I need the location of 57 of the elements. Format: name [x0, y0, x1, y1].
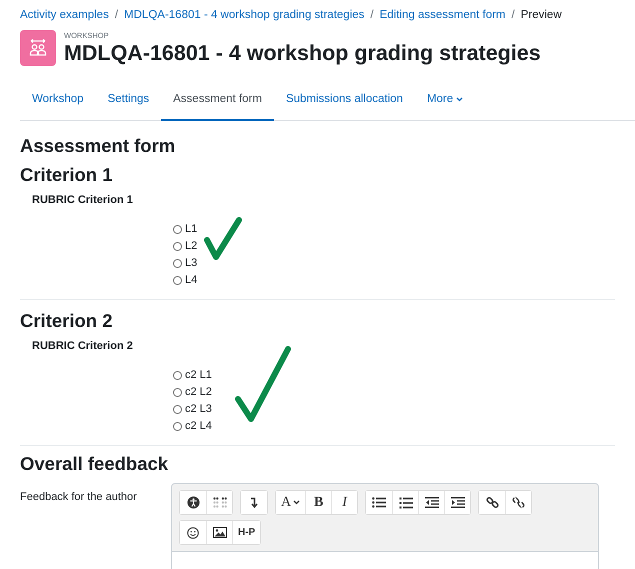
field-label: Feedback for the author [20, 490, 138, 505]
numbered-list-icon [398, 496, 413, 508]
link-icon [486, 496, 499, 509]
nav-tab[interactable]: Submissions allocation [274, 81, 415, 121]
level-label: L3 [185, 256, 198, 270]
section-heading: Overall feedback [20, 453, 170, 475]
criterion-heading: Criterion 1 [20, 164, 114, 186]
indent-button[interactable] [444, 491, 470, 514]
radio-button[interactable] [173, 404, 182, 414]
breadcrumb-separator: / [370, 9, 374, 21]
checkmark-icon [234, 345, 294, 425]
breadcrumb-link[interactable]: Activity examples [20, 9, 109, 21]
radio-button[interactable] [173, 370, 182, 380]
radio-button[interactable] [173, 422, 182, 430]
radio-button[interactable] [173, 276, 182, 284]
braille-button[interactable] [206, 491, 232, 514]
image-icon [212, 527, 226, 538]
smiley-icon [187, 526, 199, 538]
criterion-heading: Criterion 2 [20, 310, 114, 332]
outdent-icon [424, 497, 439, 508]
unlink-icon [512, 496, 526, 509]
page-title: MDLQA-16801 - 4 workshop grading strategies [64, 40, 541, 66]
breadcrumb-separator: / [512, 9, 515, 21]
breadcrumb-current: Preview [520, 9, 562, 21]
level-label: L1 [185, 222, 198, 236]
level-label: L4 [185, 273, 198, 287]
unlink-button[interactable] [505, 491, 532, 514]
h5p-button[interactable]: H-P [232, 521, 260, 544]
level-label: c2 L3 [185, 402, 212, 416]
nav-tab[interactable]: More [414, 81, 476, 121]
radio-button[interactable] [173, 242, 182, 250]
radio-button[interactable] [173, 388, 182, 396]
braille-icon [212, 497, 226, 508]
page-heading: Assessment form [20, 135, 176, 157]
breadcrumb-separator: / [114, 9, 118, 21]
level-label: L2 [185, 239, 198, 253]
indent-icon [450, 497, 465, 508]
italic-button[interactable]: I [331, 491, 358, 514]
bullet-list-icon [372, 497, 386, 508]
caret-icon [293, 500, 300, 505]
radio-button[interactable] [173, 224, 182, 234]
chevron-down-icon [456, 96, 464, 102]
return-arrow-icon [250, 497, 258, 508]
nav-tab[interactable]: Settings [96, 81, 162, 121]
radio-button[interactable] [173, 258, 182, 268]
text-editor[interactable]: A B I H-P [171, 483, 599, 569]
workshop-icon [20, 30, 56, 66]
rubric-label: RUBRIC Criterion 1 [32, 194, 134, 206]
breadcrumb-link[interactable]: Editing assessment form [380, 9, 506, 21]
rubric-label: RUBRIC Criterion 2 [32, 340, 134, 352]
level-label: c2 L1 [185, 368, 212, 382]
accessibility-icon [186, 496, 200, 509]
breadcrumb-link[interactable]: MDLQA-16801 - 4 workshop grading strategies [124, 9, 364, 21]
level-label: c2 L4 [185, 419, 212, 433]
nav-tab[interactable]: Assessment form [161, 81, 274, 121]
level-label: c2 L2 [185, 385, 212, 399]
nav-tab[interactable]: Workshop [20, 81, 96, 121]
